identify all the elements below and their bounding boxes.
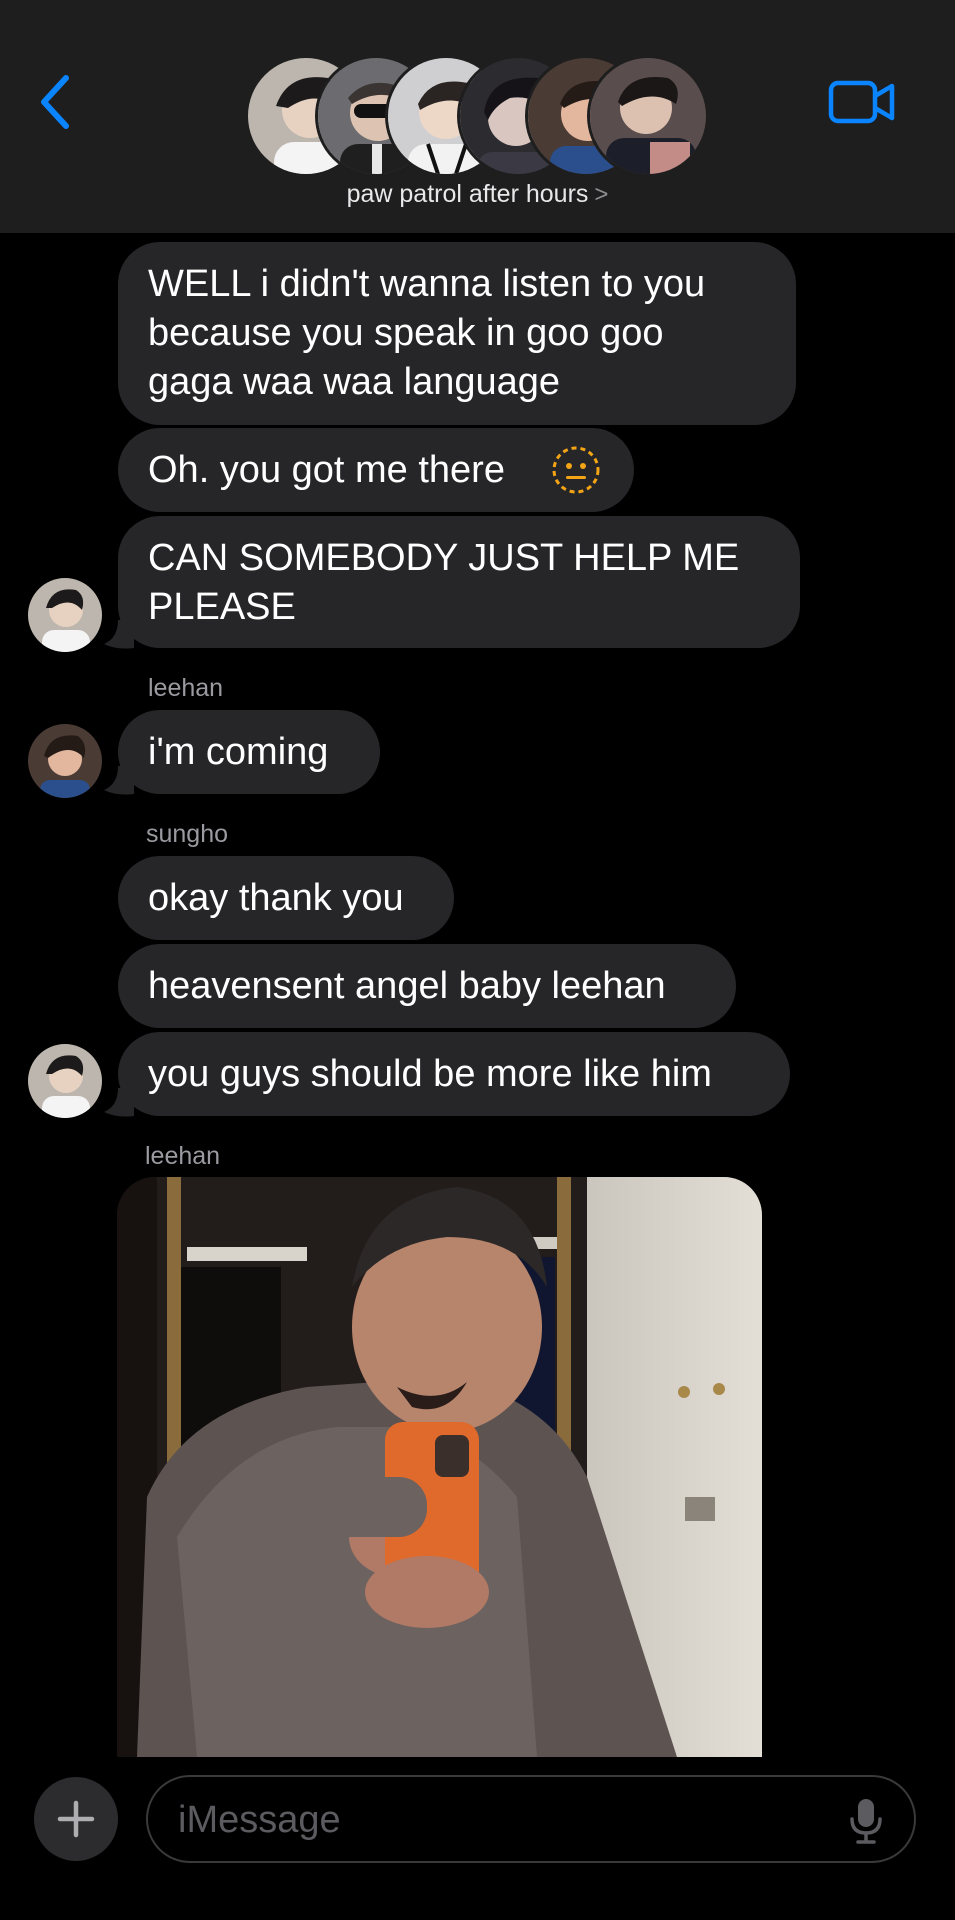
message-text: okay thank you xyxy=(148,877,404,919)
message-input[interactable] xyxy=(178,1791,798,1849)
plus-icon xyxy=(57,1800,95,1838)
message-bubble[interactable]: Oh. you got me there xyxy=(118,428,634,512)
message-text: i'm coming xyxy=(148,731,329,773)
photo-attachment[interactable] xyxy=(117,1177,762,1757)
mirror-selfie-image xyxy=(117,1177,762,1757)
avatar[interactable] xyxy=(28,578,102,652)
avatar[interactable] xyxy=(28,724,102,798)
message-bubble[interactable]: i'm coming xyxy=(118,710,380,794)
sender-name: sungho xyxy=(146,820,229,848)
member-avatar xyxy=(587,55,709,177)
message-input-field[interactable] xyxy=(146,1775,916,1863)
microphone-button[interactable] xyxy=(848,1797,884,1845)
bubble-tail xyxy=(104,766,134,795)
message-text-line: because you speak in goo goo xyxy=(148,312,664,354)
avatar[interactable] xyxy=(28,1044,102,1118)
message-text: heavensent angel baby leehan xyxy=(148,965,666,1007)
plus-button[interactable] xyxy=(34,1777,118,1861)
chevron-right-icon: > xyxy=(594,181,609,208)
message-bubble[interactable]: CAN SOMEBODY JUST HELP ME PLEASE xyxy=(118,516,800,648)
group-avatars[interactable] xyxy=(245,55,709,177)
message-text-line: gaga waa waa language xyxy=(148,361,561,403)
message-text-line: PLEASE xyxy=(148,586,296,628)
conversation-header: paw patrol after hours > xyxy=(0,0,955,233)
dotted-neutral-face-emoji xyxy=(552,446,600,494)
back-button[interactable] xyxy=(34,72,78,132)
message-text: you guys should be more like him xyxy=(148,1053,712,1095)
bubble-tail xyxy=(104,1088,134,1117)
video-camera-icon xyxy=(828,80,895,124)
message-text-line: WELL i didn't wanna listen to you xyxy=(148,263,706,305)
video-call-button[interactable] xyxy=(828,78,896,126)
microphone-icon xyxy=(850,1799,882,1844)
group-name[interactable]: paw patrol after hours > xyxy=(0,180,955,209)
message-bubble[interactable]: you guys should be more like him xyxy=(118,1032,790,1116)
sender-name: leehan xyxy=(145,1142,221,1170)
message-text-line: CAN SOMEBODY JUST HELP ME xyxy=(148,537,740,579)
bubble-tail xyxy=(104,620,134,649)
message-bubble[interactable]: okay thank you xyxy=(118,856,454,940)
chevron-left-icon xyxy=(41,75,69,129)
message-bubble[interactable]: WELL i didn't wanna listen to you becaus… xyxy=(118,242,796,425)
sender-name: leehan xyxy=(148,674,224,702)
message-bubble[interactable]: heavensent angel baby leehan xyxy=(118,944,736,1028)
group-name-label: paw patrol after hours xyxy=(346,180,589,208)
message-text: Oh. you got me there xyxy=(148,449,505,491)
